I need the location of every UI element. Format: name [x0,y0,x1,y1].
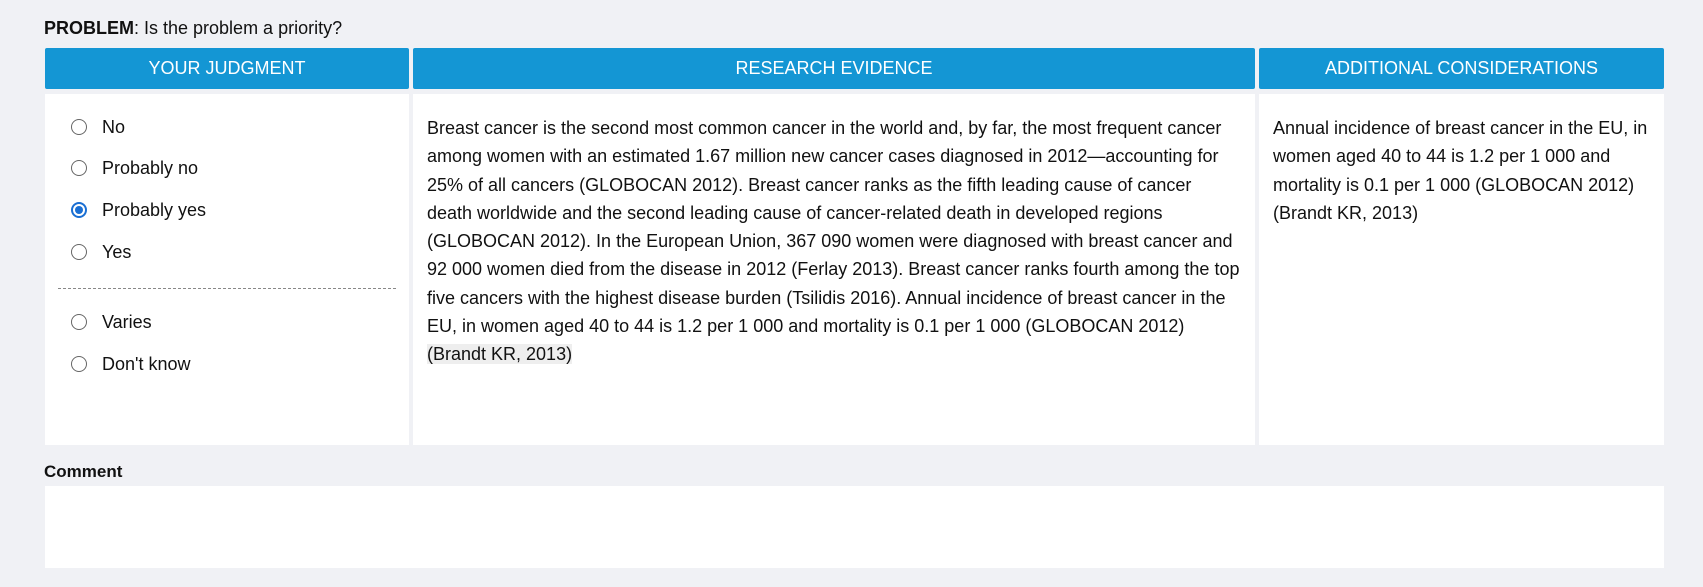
options-divider [58,288,396,289]
header-additional-considerations: ADDITIONAL CONSIDERATIONS [1259,48,1664,89]
research-evidence-panel: Breast cancer is the second most common … [413,94,1255,445]
option-label: Probably no [102,158,199,178]
radio-varies[interactable] [71,314,87,330]
judgment-panel: No Probably no Probably yes Yes Varies D… [45,94,409,445]
option-label: Yes [102,242,132,262]
option-label: No [102,117,126,137]
option-label: Varies [102,312,152,332]
option-yes[interactable]: Yes [71,241,131,263]
radio-probably-yes[interactable] [71,202,87,218]
problem-title: PROBLEM: Is the problem a priority? [44,17,342,39]
problem-label: PROBLEM [44,18,134,38]
option-label: Don't know [102,354,191,374]
option-probably-yes[interactable]: Probably yes [71,199,206,221]
problem-question: : Is the problem a priority? [134,18,343,38]
research-evidence-text: Breast cancer is the second most common … [427,114,1241,369]
citation-link[interactable]: (Brandt KR, 2013) [427,344,573,365]
option-label: Probably yes [102,200,207,220]
radio-yes[interactable] [71,244,87,260]
additional-considerations-text: Annual incidence of breast cancer in the… [1273,118,1648,223]
page: PROBLEM: Is the problem a priority? YOUR… [0,0,1703,587]
evidence-body: Breast cancer is the second most common … [427,118,1240,337]
option-dont-know[interactable]: Don't know [71,353,190,375]
additional-considerations-panel: Annual incidence of breast cancer in the… [1259,94,1664,445]
comment-label: Comment [44,462,123,481]
radio-no[interactable] [71,119,87,135]
option-varies[interactable]: Varies [71,311,152,333]
comment-field[interactable] [45,486,1664,568]
radio-probably-no[interactable] [71,160,87,176]
option-probably-no[interactable]: Probably no [71,157,198,179]
radio-dont-know[interactable] [71,356,87,372]
option-no[interactable]: No [71,116,125,138]
header-your-judgment: YOUR JUDGMENT [45,48,409,89]
header-research-evidence: RESEARCH EVIDENCE [413,48,1255,89]
